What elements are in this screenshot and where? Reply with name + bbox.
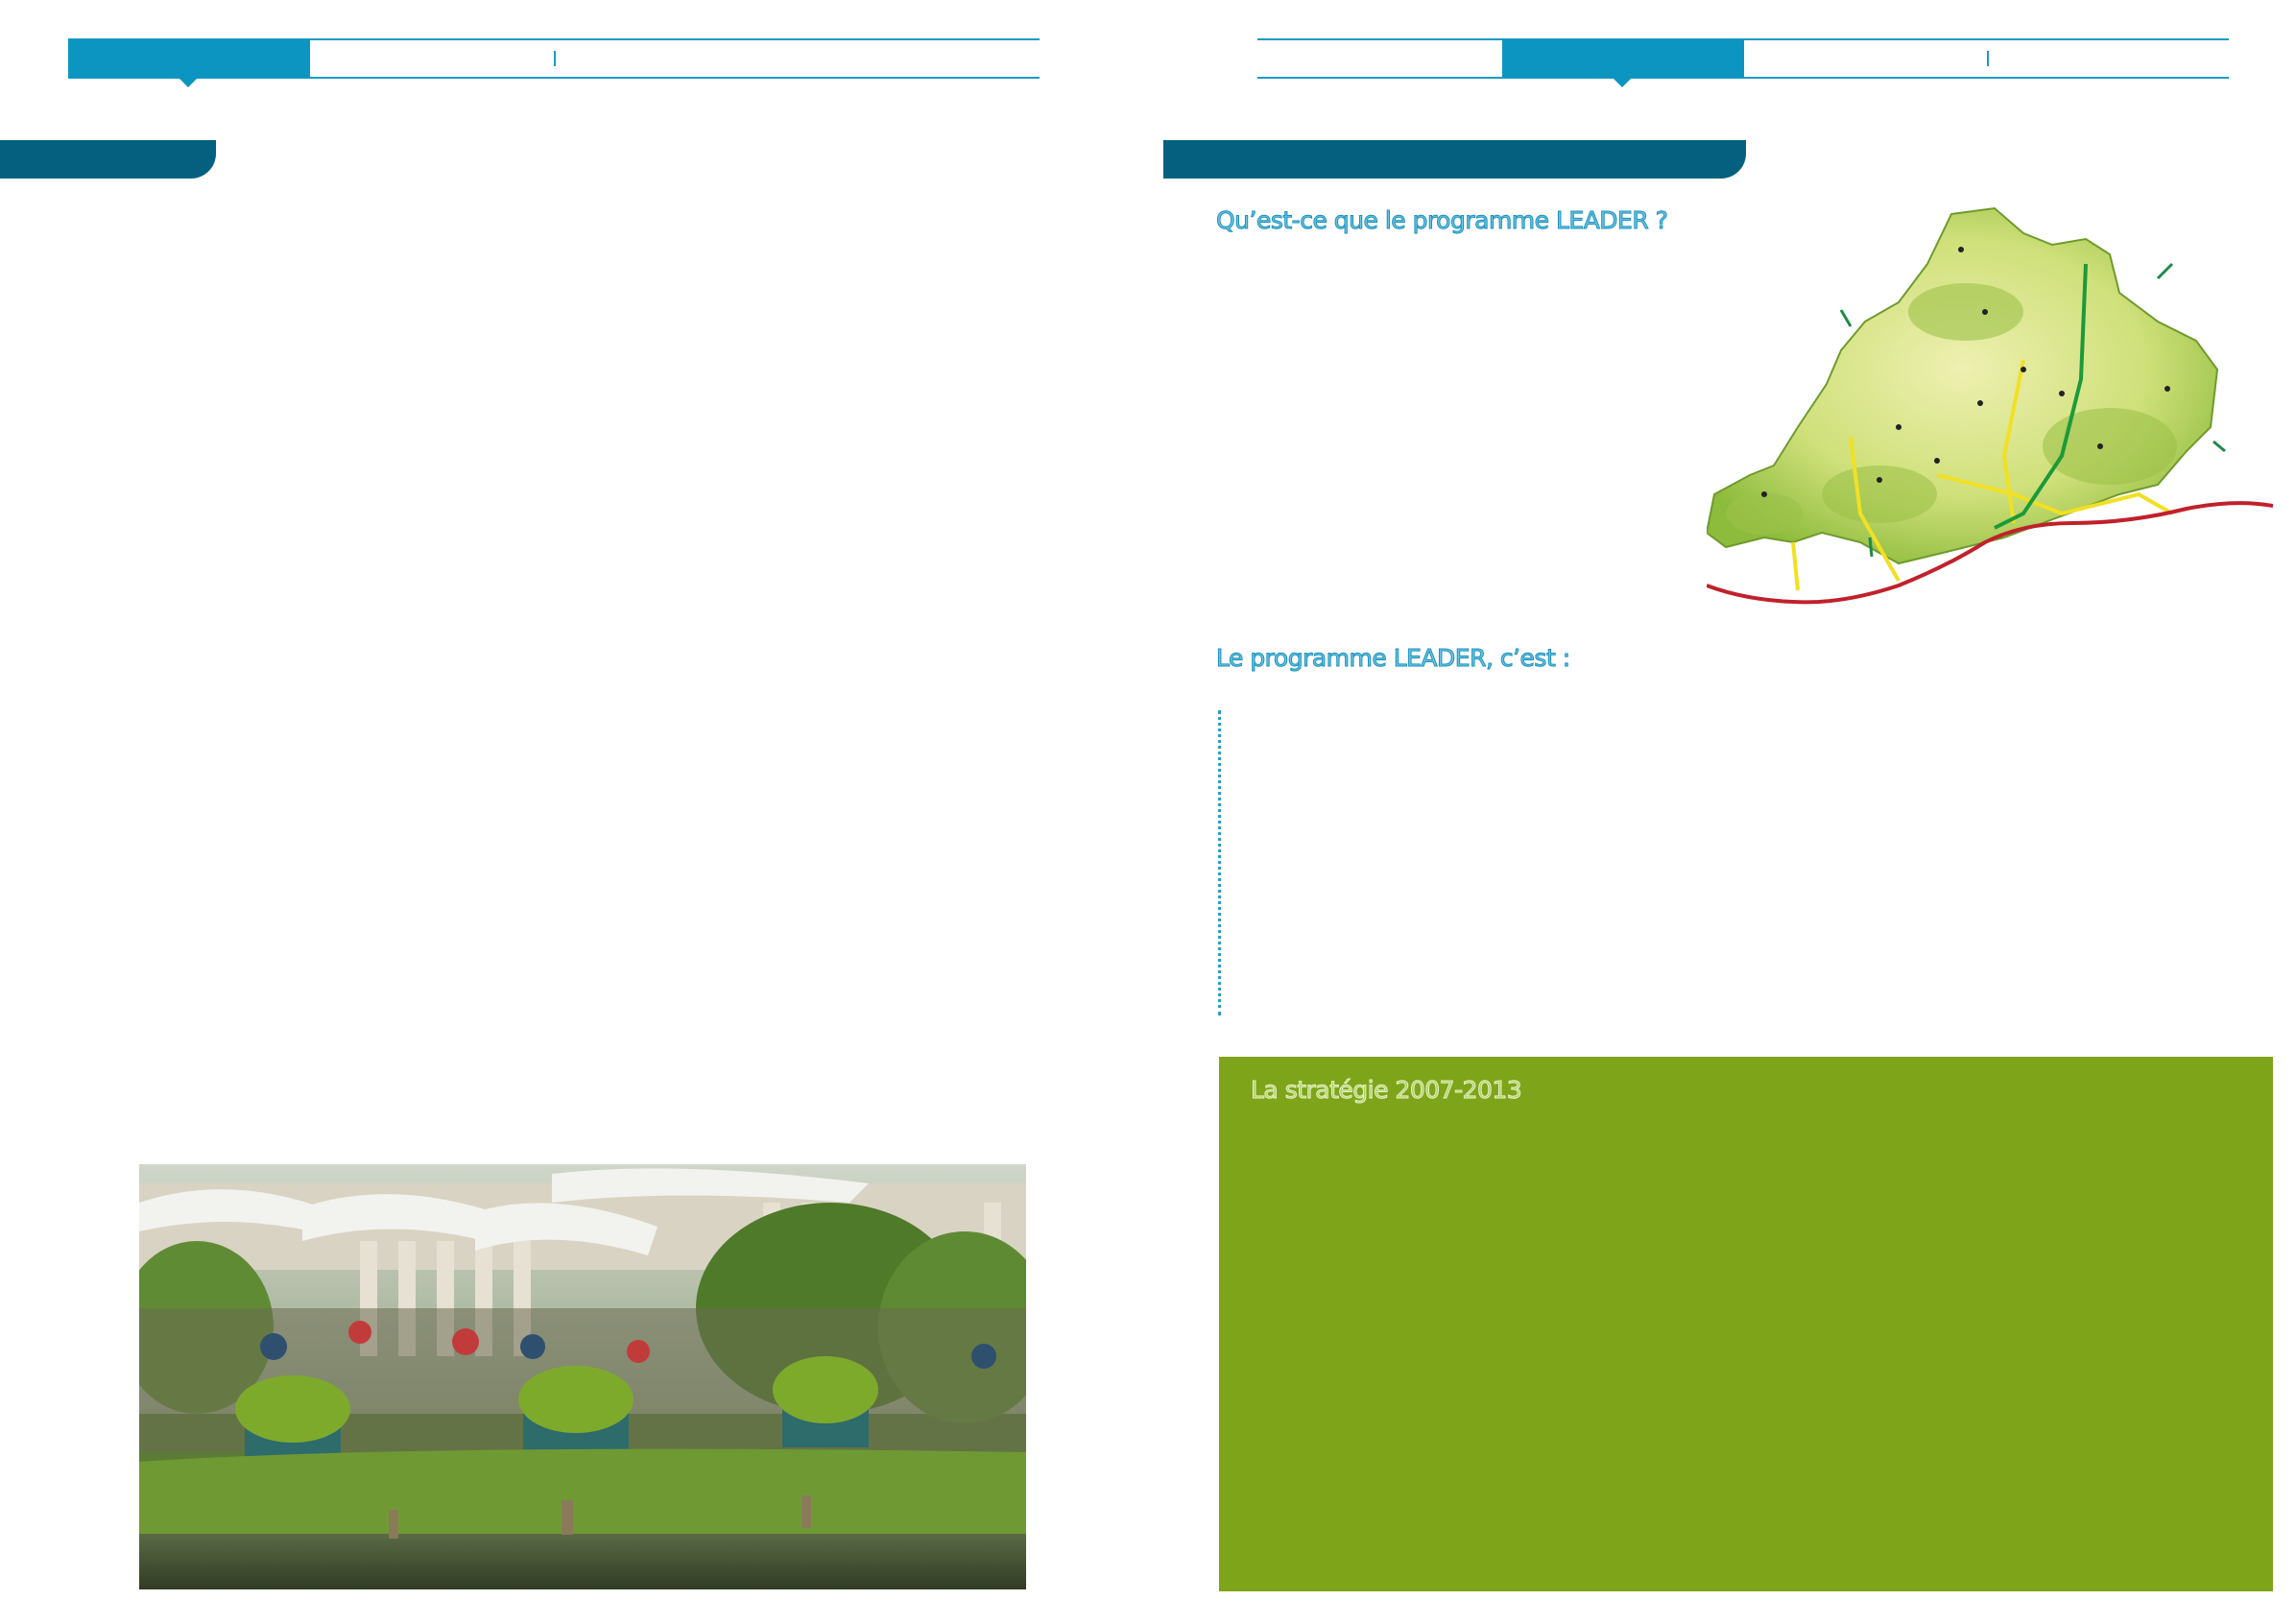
left-header-tab [68,39,310,78]
section2-heading: Le programme LEADER, c’est : [1216,644,1571,673]
left-header-divider [554,51,556,66]
list-dotted-rule [1218,710,1221,1015]
right-header-tab [1502,39,1744,78]
terrace-photo [139,1164,1026,1589]
map-icon [1705,206,2274,605]
left-header-tab-pointer [179,78,198,87]
left-section-bar [0,140,216,179]
right-header-divider [1987,51,1989,66]
strategy-box: La stratégie 2007-2013 [1219,1057,2273,1591]
right-header-tab-pointer [1613,78,1632,87]
territory-map [1705,206,2274,629]
strategy-heading: La stratégie 2007-2013 [1250,1076,1522,1105]
right-section-bar [1163,140,1746,179]
section1-heading: Qu’est-ce que le programme LEADER ? [1215,206,1668,235]
photo-icon [139,1164,1026,1589]
